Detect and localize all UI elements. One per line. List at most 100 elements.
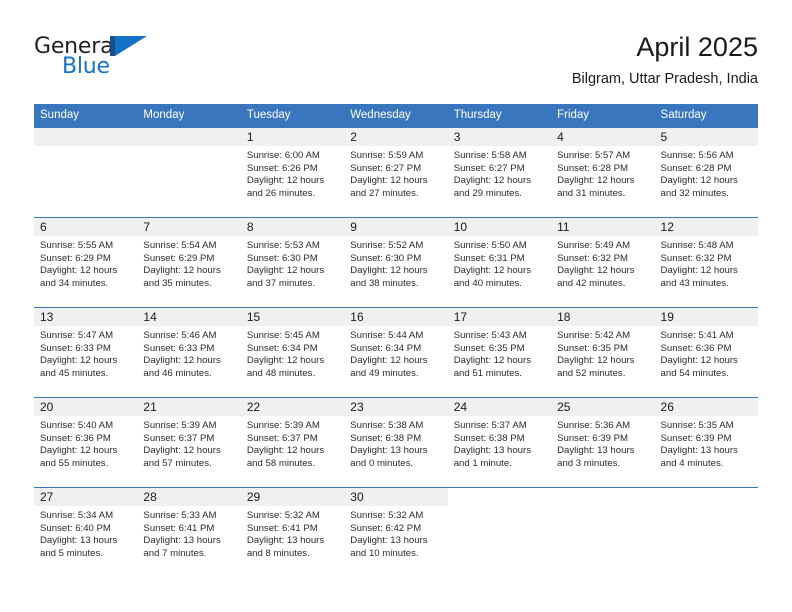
daylight-text: Daylight: 12 hours and 58 minutes. [246,445,325,469]
daylight-text: Daylight: 12 hours and 45 minutes. [40,355,118,379]
sunset-text: Sunset: 6:35 PM [453,342,525,354]
day-details: Sunrise: 5:44 AM Sunset: 6:34 PM Daylight:… [344,326,447,380]
page-title: April 2025 [636,32,758,62]
calendar-day-cell[interactable]: 7 Sunrise: 5:54 AM Sunset: 6:29 PM Daylight… [137,217,241,308]
day-number: 30 [344,488,448,506]
calendar-day-cell[interactable]: 2 Sunrise: 5:59 AM Sunset: 6:27 PM Daylight… [344,127,448,218]
day-number [34,128,138,146]
day-number: 1 [240,128,345,146]
page-header: General Blue April 2025 Bilgram, Uttar P… [34,30,758,96]
day-cell-inner: 26 Sunrise: 5:35 AM Sunset: 6:39 PM Dayligh… [654,398,758,487]
day-details: Sunrise: 5:59 AM Sunset: 6:27 PM Daylight:… [344,146,447,200]
day-number: 23 [344,398,448,416]
calendar-day-cell-blank [447,487,552,578]
day-cell-inner: 19 Sunrise: 5:41 AM Sunset: 6:36 PM Dayligh… [654,308,758,397]
day-details: Sunrise: 5:40 AM Sunset: 6:36 PM Daylight:… [34,416,137,470]
day-cell-inner: 7 Sunrise: 5:54 AM Sunset: 6:29 PM Daylight… [137,218,241,307]
sunrise-text: Sunrise: 5:38 AM [350,420,424,431]
sunset-text: Sunset: 6:35 PM [557,342,629,354]
weekday-header-monday: Monday [137,104,241,128]
calendar-day-cell[interactable]: 1 Sunrise: 6:00 AM Sunset: 6:26 PM Daylight… [240,127,345,218]
day-cell-inner: 23 Sunrise: 5:38 AM Sunset: 6:38 PM Dayligh… [344,398,448,487]
day-cell-inner: 14 Sunrise: 5:46 AM Sunset: 6:33 PM Dayligh… [137,308,241,397]
day-number: 17 [447,308,552,326]
calendar-header-row: Sunday Monday Tuesday Wednesday Thursday Frid… [34,104,758,128]
day-details: Sunrise: 5:38 AM Sunset: 6:38 PM Daylight:… [344,416,447,470]
day-details: Sunrise: 5:39 AM Sunset: 6:37 PM Daylight:… [241,416,344,470]
day-cell-inner: 6 Sunrise: 5:55 AM Sunset: 6:29 PM Daylight… [34,218,138,307]
day-cell-inner [448,488,551,578]
calendar-day-cell[interactable]: 23 Sunrise: 5:38 AM Sunset: 6:38 PM Dayligh… [344,397,448,488]
day-details: Sunrise: 5:34 AM Sunset: 6:40 PM Daylight:… [34,506,137,560]
calendar-day-cell[interactable]: 9 Sunrise: 5:52 AM Sunset: 6:30 PM Daylight… [344,217,448,308]
calendar-day-cell[interactable]: 26 Sunrise: 5:35 AM Sunset: 6:39 PM Dayligh… [654,397,758,488]
day-details: Sunrise: 5:57 AM Sunset: 6:28 PM Daylight:… [551,146,654,200]
calendar-day-cell[interactable]: 18 Sunrise: 5:42 AM Sunset: 6:35 PM Dayligh… [551,307,655,398]
sunrise-text: Sunrise: 6:00 AM [246,150,320,161]
sunrise-text: Sunrise: 5:35 AM [660,420,734,431]
day-cell-inner: 20 Sunrise: 5:40 AM Sunset: 6:36 PM Dayligh… [34,398,138,487]
calendar-day-cell[interactable]: 10 Sunrise: 5:50 AM Sunset: 6:31 PM Dayligh… [447,217,552,308]
calendar-day-cell[interactable]: 28 Sunrise: 5:33 AM Sunset: 6:41 PM Dayligh… [137,487,241,578]
day-number: 12 [654,218,758,236]
day-cell-inner: 4 Sunrise: 5:57 AM Sunset: 6:28 PM Daylight… [551,128,655,217]
day-details: Sunrise: 5:32 AM Sunset: 6:42 PM Daylight:… [344,506,447,560]
sunrise-text: Sunrise: 5:44 AM [350,330,424,341]
calendar-day-cell[interactable]: 21 Sunrise: 5:39 AM Sunset: 6:37 PM Dayligh… [137,397,241,488]
calendar-week-row: 13 Sunrise: 5:47 AM Sunset: 6:33 PM Dayligh… [34,307,758,398]
calendar-day-cell[interactable]: 29 Sunrise: 5:32 AM Sunset: 6:41 PM Dayligh… [240,487,345,578]
calendar-day-cell[interactable]: 20 Sunrise: 5:40 AM Sunset: 6:36 PM Dayligh… [34,397,138,488]
calendar-day-cell[interactable]: 3 Sunrise: 5:58 AM Sunset: 6:27 PM Daylight… [447,127,552,218]
calendar-day-cell[interactable]: 27 Sunrise: 5:34 AM Sunset: 6:40 PM Dayligh… [34,487,138,578]
calendar-day-cell[interactable]: 13 Sunrise: 5:47 AM Sunset: 6:33 PM Dayligh… [34,307,138,398]
calendar-day-cell[interactable]: 19 Sunrise: 5:41 AM Sunset: 6:36 PM Dayligh… [654,307,758,398]
sunset-text: Sunset: 6:41 PM [246,522,318,534]
daylight-text: Daylight: 13 hours and 7 minutes. [143,535,221,559]
calendar-day-cell[interactable]: 22 Sunrise: 5:39 AM Sunset: 6:37 PM Dayligh… [240,397,345,488]
calendar-day-cell[interactable]: 4 Sunrise: 5:57 AM Sunset: 6:28 PM Daylight… [551,127,655,218]
day-details: Sunrise: 5:39 AM Sunset: 6:37 PM Daylight:… [137,416,240,470]
day-number: 28 [137,488,241,506]
sunset-text: Sunset: 6:33 PM [143,342,215,354]
day-number: 27 [34,488,138,506]
calendar-day-cell[interactable]: 11 Sunrise: 5:49 AM Sunset: 6:32 PM Dayligh… [551,217,655,308]
calendar-day-cell[interactable]: 5 Sunrise: 5:56 AM Sunset: 6:28 PM Daylight… [654,127,758,218]
daylight-text: Daylight: 12 hours and 46 minutes. [143,355,221,379]
calendar-day-cell[interactable]: 6 Sunrise: 5:55 AM Sunset: 6:29 PM Daylight… [34,217,138,308]
daylight-text: Daylight: 13 hours and 1 minute. [453,445,532,469]
calendar-day-cell[interactable]: 16 Sunrise: 5:44 AM Sunset: 6:34 PM Dayligh… [344,307,448,398]
calendar-day-cell[interactable]: 8 Sunrise: 5:53 AM Sunset: 6:30 PM Daylight… [240,217,345,308]
sunrise-text: Sunrise: 5:58 AM [453,150,527,161]
sunset-text: Sunset: 6:30 PM [350,252,422,264]
sunrise-text: Sunrise: 5:39 AM [246,420,320,431]
calendar-day-cell[interactable]: 15 Sunrise: 5:45 AM Sunset: 6:34 PM Dayligh… [240,307,345,398]
day-number: 29 [240,488,345,506]
day-details: Sunrise: 5:48 AM Sunset: 6:32 PM Daylight:… [655,236,758,290]
calendar-day-cell[interactable]: 25 Sunrise: 5:36 AM Sunset: 6:39 PM Dayligh… [551,397,655,488]
day-cell-inner [137,128,241,217]
calendar-day-cell[interactable] [137,127,241,218]
day-number: 21 [137,398,241,416]
weekday-header-row: Sunday Monday Tuesday Wednesday Thursday Frid… [34,104,758,128]
sunrise-text: Sunrise: 5:47 AM [40,330,114,341]
calendar-day-cell[interactable]: 17 Sunrise: 5:43 AM Sunset: 6:35 PM Dayligh… [447,307,552,398]
day-cell-inner: 5 Sunrise: 5:56 AM Sunset: 6:28 PM Daylight… [654,128,758,217]
day-details: Sunrise: 5:37 AM Sunset: 6:38 PM Daylight:… [448,416,551,470]
day-details: Sunrise: 5:58 AM Sunset: 6:27 PM Daylight:… [448,146,551,200]
calendar-day-cell[interactable]: 14 Sunrise: 5:46 AM Sunset: 6:33 PM Dayligh… [137,307,241,398]
calendar-day-cell-blank [654,487,758,578]
calendar-day-cell[interactable] [34,127,138,218]
day-details: Sunrise: 5:53 AM Sunset: 6:30 PM Daylight:… [241,236,344,290]
sunset-text: Sunset: 6:36 PM [660,342,732,354]
calendar-day-cell[interactable]: 12 Sunrise: 5:48 AM Sunset: 6:32 PM Dayligh… [654,217,758,308]
daylight-text: Daylight: 13 hours and 0 minutes. [350,445,428,469]
daylight-text: Daylight: 12 hours and 43 minutes. [660,265,738,289]
sunrise-text: Sunrise: 5:52 AM [350,240,424,251]
calendar-day-cell[interactable]: 24 Sunrise: 5:37 AM Sunset: 6:38 PM Dayligh… [447,397,552,488]
calendar-day-cell[interactable]: 30 Sunrise: 5:32 AM Sunset: 6:42 PM Dayligh… [344,487,448,578]
sunrise-text: Sunrise: 5:49 AM [557,240,631,251]
sunset-text: Sunset: 6:36 PM [40,432,111,444]
daylight-text: Daylight: 12 hours and 52 minutes. [557,355,635,379]
day-cell-inner: 12 Sunrise: 5:48 AM Sunset: 6:32 PM Dayligh… [654,218,758,307]
day-number: 8 [240,218,345,236]
